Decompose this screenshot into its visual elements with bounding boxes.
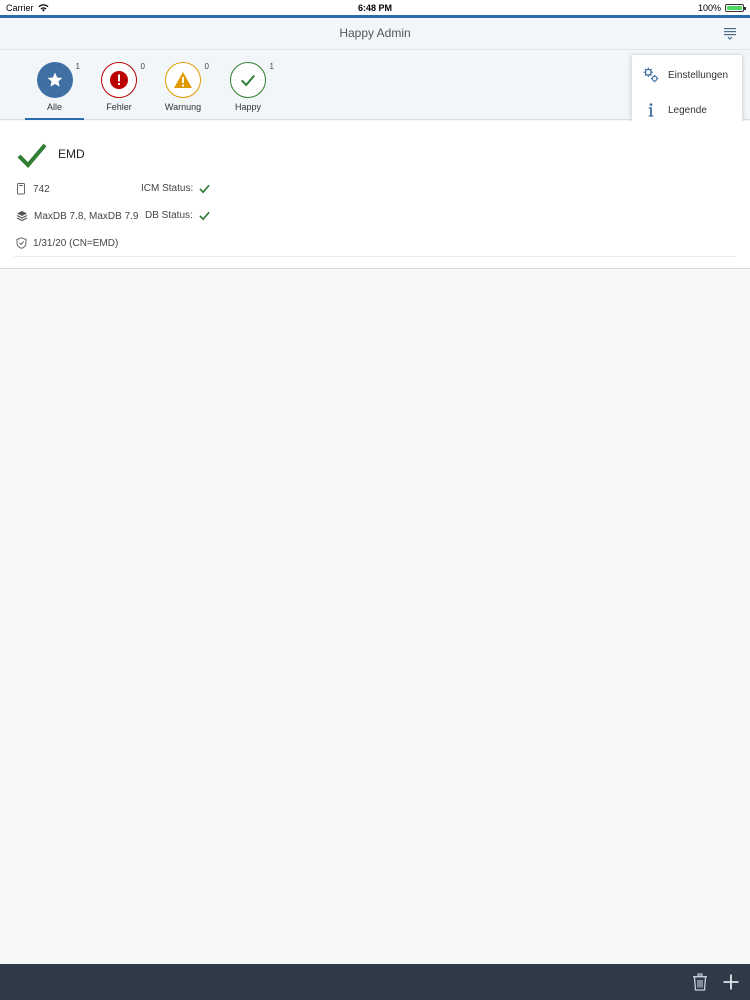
error-icon <box>101 62 137 98</box>
check-icon <box>230 62 266 98</box>
battery-percent: 100% <box>697 3 721 13</box>
status-bar: Carrier 6:48 PM 100% <box>0 0 750 16</box>
menu-item-label: Einstellungen <box>668 69 729 81</box>
certificate-row: 1/31/20 (CN=EMD) <box>16 237 118 249</box>
filter-count: 0 <box>140 62 145 71</box>
database-icon <box>16 211 28 222</box>
battery-level <box>727 6 742 10</box>
filter-alle[interactable]: 1 Alle <box>25 62 84 120</box>
divider <box>14 256 736 257</box>
app-header: Happy Admin <box>0 18 750 50</box>
check-icon <box>199 211 210 220</box>
status-time: 6:48 PM <box>357 3 392 13</box>
system-name: EMD <box>58 147 85 161</box>
filter-label: Fehler <box>106 102 132 112</box>
filter-happy[interactable]: 1 Happy <box>218 62 278 120</box>
icm-status-label: ICM Status: <box>141 183 194 194</box>
menu-item-legende[interactable]: Legende <box>642 98 707 122</box>
delete-button[interactable] <box>690 972 710 992</box>
database-value: MaxDB 7.8, MaxDB 7.9 <box>34 210 139 222</box>
menu-item-einstellungen[interactable]: Einstellungen <box>642 63 728 87</box>
battery-icon <box>725 4 746 12</box>
options-popover: Einstellungen Legende <box>631 54 743 130</box>
gears-icon <box>643 67 659 83</box>
battery-info: 100% <box>697 3 746 13</box>
check-icon <box>17 143 47 168</box>
db-status-label: DB Status: <box>145 210 193 221</box>
filter-count: 1 <box>269 62 274 71</box>
filter-label: Alle <box>46 102 62 112</box>
filter-warnung[interactable]: 0 Warnung <box>153 62 213 120</box>
icm-status-row: ICM Status: <box>141 183 210 194</box>
filter-count: 0 <box>204 62 209 71</box>
release-value: 742 <box>33 183 50 195</box>
certificate-value: 1/31/20 (CN=EMD) <box>33 237 119 249</box>
plus-icon <box>723 974 739 990</box>
document-icon <box>17 183 25 195</box>
shield-icon <box>16 237 27 249</box>
filter-label: Happy <box>234 102 261 112</box>
add-button[interactable] <box>721 972 741 992</box>
filter-label: Warnung <box>164 102 202 112</box>
release-row: 742 <box>16 183 50 195</box>
trash-icon <box>693 973 707 991</box>
system-card[interactable]: EMD 742 ICM Status: MaxDB 7.8, MaxDB 7.9… <box>0 121 750 269</box>
menu-button[interactable] <box>722 25 738 41</box>
database-row: MaxDB 7.8, MaxDB 7.9 <box>16 210 138 222</box>
info-icon <box>648 103 654 117</box>
page-title: Happy Admin <box>339 26 411 40</box>
check-icon <box>199 184 210 193</box>
bottom-toolbar <box>0 964 750 1000</box>
menu-icon <box>724 28 736 40</box>
menu-item-label: Legende <box>668 104 707 116</box>
db-status-row: DB Status: <box>145 210 210 221</box>
warning-icon <box>165 62 201 98</box>
star-icon <box>36 62 73 98</box>
filter-count: 1 <box>75 62 80 71</box>
filter-fehler[interactable]: 0 Fehler <box>89 62 149 120</box>
